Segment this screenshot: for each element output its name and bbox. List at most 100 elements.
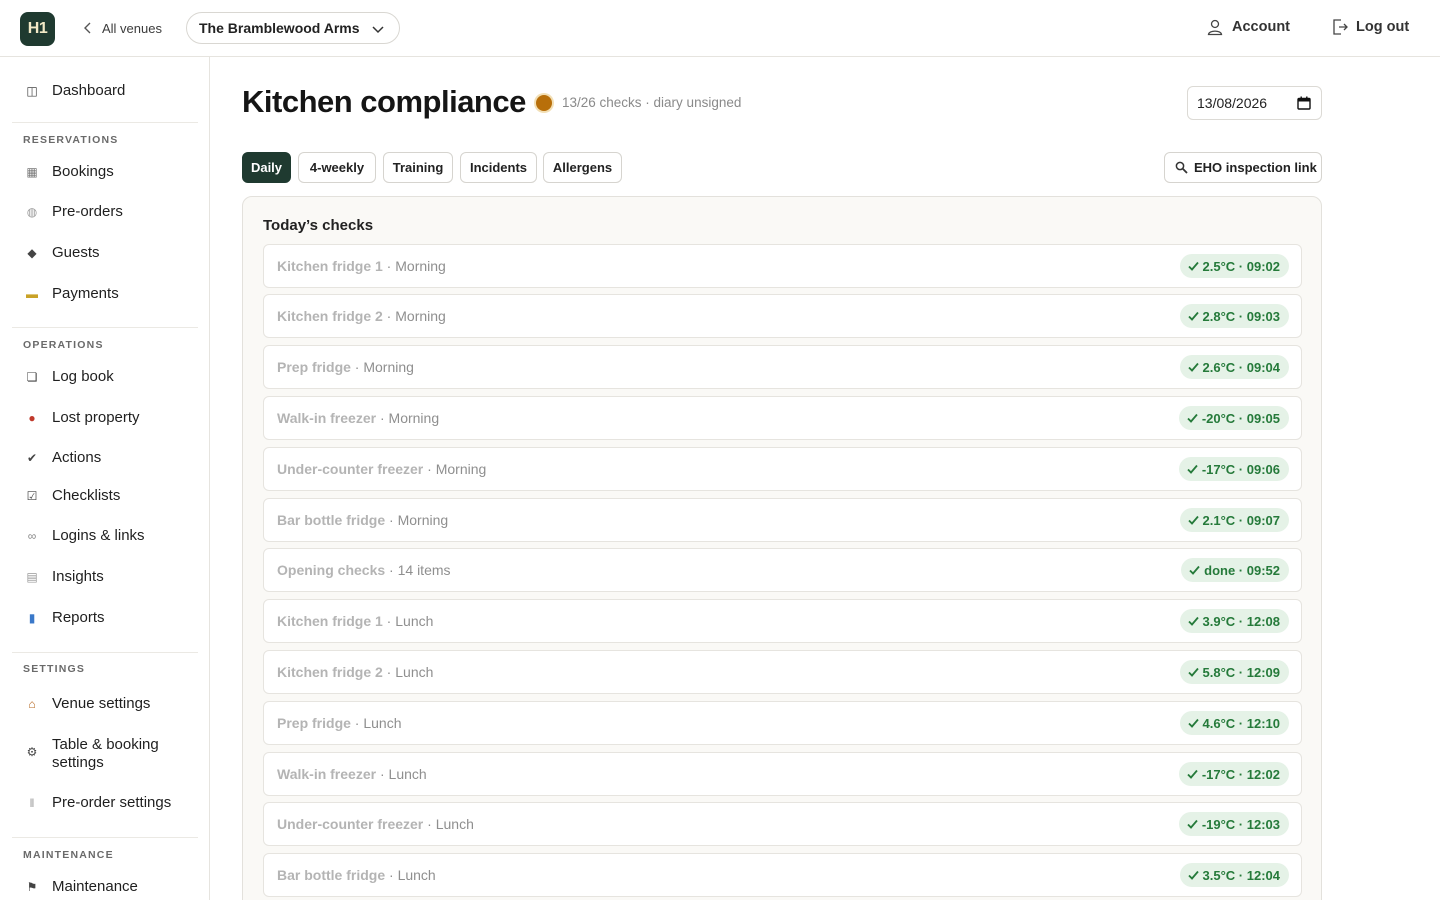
checkmark-icon — [1187, 667, 1199, 677]
check-row[interactable]: Prep fridge · Lunch 4.6°C · 12:10 — [263, 701, 1302, 745]
check-item-name: Kitchen fridge 1 — [277, 258, 383, 274]
sidebar-item-logins-links[interactable]: ∞ Logins & links — [12, 527, 198, 545]
check-name: Under-counter freezer · Morning — [277, 461, 486, 477]
sidebar-item-log-book[interactable]: ❏ Log book — [12, 368, 198, 386]
check-row[interactable]: Bar bottle fridge · Lunch 3.5°C · 12:04 — [263, 853, 1302, 897]
check-row[interactable]: Walk-in freezer · Morning -20°C · 09:05 — [263, 396, 1302, 440]
check-name: Kitchen fridge 1 · Morning — [277, 258, 446, 274]
tab-4-weekly[interactable]: 4-weekly — [298, 152, 376, 183]
check-name: Kitchen fridge 1 · Lunch — [277, 613, 433, 629]
check-row[interactable]: Kitchen fridge 1 · Lunch 3.9°C · 12:08 — [263, 599, 1302, 643]
check-result-value: 3.5°C · 12:04 — [1202, 867, 1280, 883]
checkmark-icon — [1187, 261, 1199, 271]
sidebar-item-maintenance[interactable]: ⚑ Maintenance — [12, 878, 198, 896]
sidebar-divider — [12, 837, 198, 838]
check-row[interactable]: Kitchen fridge 2 · Morning 2.8°C · 09:03 — [263, 294, 1302, 338]
sidebar-item-payments[interactable]: ▬ Payments — [12, 285, 198, 303]
account-button[interactable]: Account — [1206, 18, 1290, 36]
separator: · — [350, 359, 364, 375]
logout-button[interactable]: Log out — [1331, 18, 1409, 36]
check-result-value: done · 09:52 — [1204, 562, 1280, 578]
sidebar-divider — [12, 122, 198, 123]
diamond-icon: ◆ — [27, 246, 37, 260]
check-result-value: 2.6°C · 09:04 — [1202, 359, 1280, 375]
separator: · — [385, 867, 398, 883]
date-picker[interactable]: 13/08/2026 — [1187, 86, 1322, 120]
tab-allergens[interactable]: Allergens — [543, 152, 622, 183]
check-row[interactable]: Bar bottle fridge · Morning 2.1°C · 09:07 — [263, 498, 1302, 542]
sidebar-divider — [12, 327, 198, 328]
check-result-badge: -20°C · 09:05 — [1178, 406, 1289, 430]
checkmark-icon — [1187, 819, 1198, 829]
check-item-name: Walk-in freezer — [277, 766, 377, 782]
sidebar-item-bookings[interactable]: ▦ Bookings — [12, 163, 198, 181]
check-row[interactable]: Under-counter freezer · Morning -17°C · 0… — [263, 447, 1302, 491]
separator: · — [350, 715, 364, 731]
app-logo[interactable]: H1 — [20, 12, 55, 46]
eho-label: EHO inspection link — [1194, 160, 1317, 175]
check-result-badge: 3.5°C · 12:04 — [1179, 863, 1289, 887]
check-result-badge: -17°C · 09:06 — [1178, 457, 1289, 481]
sidebar-item-lost-property[interactable]: ● Lost property — [12, 409, 198, 427]
sidebar-item-venue-settings[interactable]: ⌂ Venue settings — [12, 695, 198, 713]
tab-training[interactable]: Training — [383, 152, 453, 183]
separator: · — [423, 816, 436, 832]
bag-icon: ● — [28, 411, 36, 425]
sidebar-item-label: Insights — [52, 568, 104, 585]
insights-icon: ▤ — [26, 570, 38, 584]
sidebar-item-reports[interactable]: ▮ Reports — [12, 609, 198, 627]
check-item-name: Opening checks — [277, 562, 386, 578]
eho-inspection-link-button[interactable]: EHO inspection link — [1164, 152, 1322, 183]
sidebar-item-label: Actions — [52, 449, 102, 466]
tab-incidents[interactable]: Incidents — [460, 152, 537, 183]
link-icon: ∞ — [27, 529, 37, 543]
check-result-badge: 2.6°C · 09:04 — [1179, 355, 1289, 379]
check-session: 14 items — [397, 562, 451, 578]
check-session: Morning — [435, 461, 487, 477]
all-venues-link[interactable]: All venues — [82, 18, 162, 38]
checkmark-icon — [1187, 616, 1199, 626]
sidebar-item-table-booking-settings[interactable]: ⚙ Table & booking settings — [12, 736, 198, 772]
sidebar: ◫ Dashboard RESERVATIONS ▦ Bookings ◍ Pr… — [0, 57, 210, 900]
check-item-name: Under-counter freezer — [277, 816, 424, 832]
sidebar-item-checklists[interactable]: ☑ Checklists — [12, 487, 198, 505]
check-row[interactable]: Prep fridge · Morning 2.6°C · 09:04 — [263, 345, 1302, 389]
check-name: Opening checks · 14 items — [277, 562, 451, 578]
check-session: Lunch — [395, 664, 434, 680]
tab-daily[interactable]: Daily — [242, 152, 291, 183]
chart-icon: ▮ — [28, 611, 36, 625]
sidebar-item-dashboard[interactable]: ◫ Dashboard — [12, 82, 198, 100]
check-row[interactable]: Kitchen fridge 1 · Morning 2.5°C · 09:02 — [263, 244, 1302, 288]
sidebar-item-label: Pre-orders — [52, 203, 123, 220]
sidebar-item-label: Bookings — [52, 163, 114, 180]
sidebar-item-insights[interactable]: ▤ Insights — [12, 568, 198, 586]
check-result-value: -17°C · 09:06 — [1201, 461, 1280, 477]
check-result-badge: done · 09:52 — [1181, 558, 1289, 582]
todays-checks-panel: Today’s checks Kitchen fridge 1 · Mornin… — [242, 196, 1322, 900]
sidebar-item-label: Checklists — [52, 487, 121, 504]
cutlery-icon: ‖ — [29, 796, 35, 810]
check-session: Lunch — [388, 766, 427, 782]
check-session: Lunch — [395, 613, 434, 629]
sidebar-item-pre-order-settings[interactable]: ‖ Pre-order settings — [12, 794, 198, 812]
check-result-badge: 3.9°C · 12:08 — [1179, 609, 1289, 633]
sidebar-item-guests[interactable]: ◆ Guests — [12, 244, 198, 262]
sidebar-item-pre-orders[interactable]: ◍ Pre-orders — [12, 203, 198, 221]
check-row[interactable]: Walk-in freezer · Lunch -17°C · 12:02 — [263, 752, 1302, 796]
calendar-icon[interactable] — [1297, 96, 1311, 110]
check-item-name: Kitchen fridge 2 — [277, 308, 383, 324]
sidebar-item-label: Lost property — [52, 409, 140, 426]
separator: · — [385, 562, 398, 578]
venue-selector[interactable]: The Bramblewood Arms — [186, 12, 400, 44]
check-item-name: Kitchen fridge 2 — [277, 664, 383, 680]
check-row[interactable]: Kitchen fridge 2 · Lunch 5.8°C · 12:09 — [263, 650, 1302, 694]
check-result-value: 4.6°C · 12:10 — [1202, 715, 1280, 731]
check-row[interactable]: Under-counter freezer · Lunch -19°C · 12:… — [263, 802, 1302, 846]
check-name: Kitchen fridge 2 · Lunch — [277, 664, 433, 680]
sidebar-item-actions[interactable]: ✔ Actions — [12, 449, 198, 467]
check-session: Morning — [363, 359, 414, 375]
check-row[interactable]: Opening checks · 14 items done · 09:52 — [263, 548, 1302, 592]
checkmark-icon — [1187, 311, 1199, 321]
gear-icon: ⚙ — [26, 745, 38, 759]
page-title: Kitchen compliance — [242, 84, 526, 119]
